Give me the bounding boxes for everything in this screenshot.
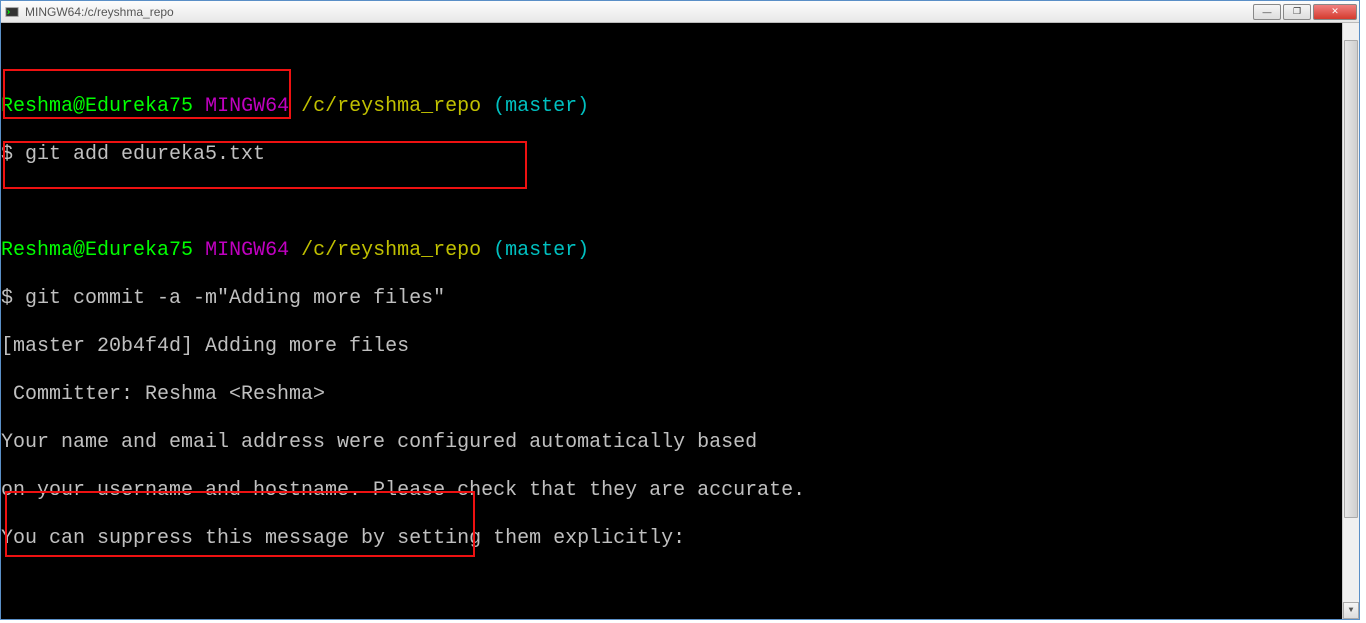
blank-line: [1, 47, 1359, 71]
command-text: git commit -a -m"Adding more files": [25, 287, 445, 310]
scroll-track[interactable]: [1343, 40, 1359, 602]
output-line: [master 20b4f4d] Adding more files: [1, 335, 1359, 359]
vertical-scrollbar[interactable]: ▲ ▼: [1342, 23, 1359, 619]
prompt-user: Reshma: [1, 95, 73, 118]
title-bar: MINGW64:/c/reyshma_repo — ❐ ✕: [1, 1, 1359, 23]
prompt-path: /c/reyshma_repo: [301, 95, 481, 118]
prompt-line: Reshma@Edureka75 MINGW64 /c/reyshma_repo…: [1, 95, 1359, 119]
scroll-down-button[interactable]: ▼: [1343, 602, 1359, 619]
command-line: $ git commit -a -m"Adding more files": [1, 287, 1359, 311]
window-buttons: — ❐ ✕: [1253, 4, 1357, 20]
command-line: $ git add edureka5.txt: [1, 143, 1359, 167]
maximize-button[interactable]: ❐: [1283, 4, 1311, 20]
command-text: git add edureka5.txt: [25, 143, 265, 166]
prompt-host: Edureka75: [85, 95, 193, 118]
prompt-shell: MINGW64: [205, 95, 289, 118]
output-line: on your username and hostname. Please ch…: [1, 479, 1359, 503]
blank-line: [1, 575, 1359, 599]
scroll-thumb[interactable]: [1344, 40, 1358, 518]
output-line: Your name and email address were configu…: [1, 431, 1359, 455]
terminal-area[interactable]: Reshma@Edureka75 MINGW64 /c/reyshma_repo…: [1, 23, 1359, 619]
terminal-icon: [5, 5, 19, 19]
blank-line: [1, 191, 1359, 215]
window-title: MINGW64:/c/reyshma_repo: [25, 5, 1253, 19]
app-window: MINGW64:/c/reyshma_repo — ❐ ✕ Reshma@Edu…: [0, 0, 1360, 620]
prompt-branch: (master): [493, 95, 589, 118]
output-line: Committer: Reshma <Reshma>: [1, 383, 1359, 407]
minimize-button[interactable]: —: [1253, 4, 1281, 20]
close-button[interactable]: ✕: [1313, 4, 1357, 20]
output-line: You can suppress this message by setting…: [1, 527, 1359, 551]
prompt-line: Reshma@Edureka75 MINGW64 /c/reyshma_repo…: [1, 239, 1359, 263]
ps1: $: [1, 143, 25, 166]
